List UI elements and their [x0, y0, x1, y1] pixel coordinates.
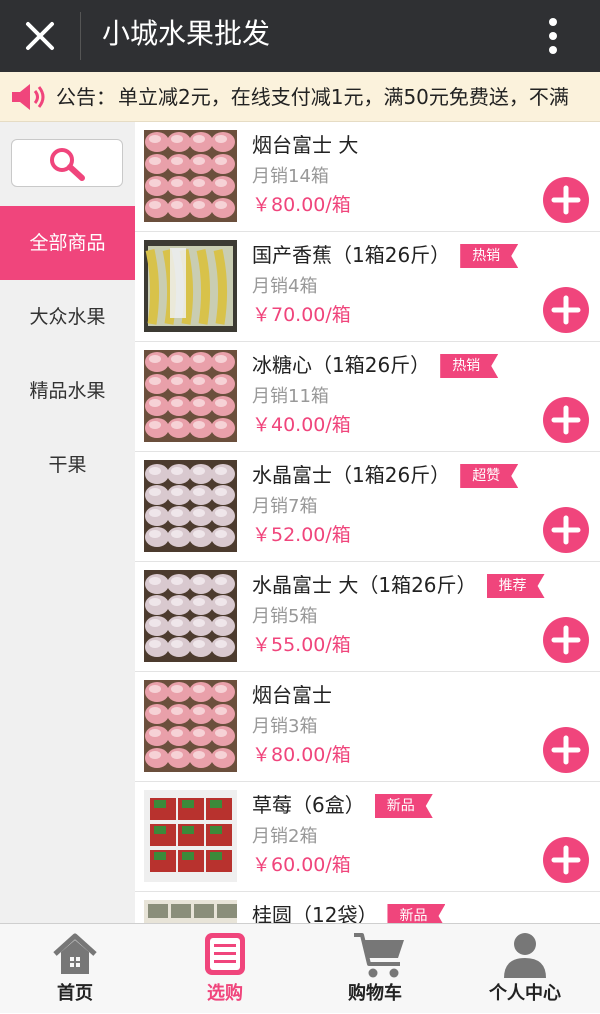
- category-dried-fruit[interactable]: 干果: [0, 428, 135, 502]
- category-popular-fruit[interactable]: 大众水果: [0, 280, 135, 354]
- product-name-row: 烟台富士 大: [252, 130, 358, 160]
- product-image[interactable]: [144, 680, 237, 772]
- home-icon: [53, 933, 97, 974]
- product-item[interactable]: 草莓（6盒） 新品月销2箱 ￥60.00/箱: [135, 782, 600, 892]
- product-image[interactable]: [144, 900, 237, 923]
- product-monthly-sales: 月销3箱: [252, 716, 318, 737]
- category-sidebar: 全部商品 大众水果 精品水果 干果: [0, 122, 135, 923]
- product-name: 烟台富士 大: [252, 133, 359, 157]
- user-icon: [504, 933, 546, 978]
- product-badge: 热销: [440, 354, 499, 378]
- product-image[interactable]: [144, 790, 237, 882]
- divider: [80, 12, 81, 60]
- product-badge: 推荐: [486, 574, 545, 598]
- product-name: 草莓（6盒）: [252, 793, 365, 817]
- add-to-cart-icon[interactable]: [543, 727, 589, 773]
- search-icon: [50, 148, 85, 181]
- product-name: 桂圆（12袋）: [252, 903, 378, 923]
- product-item[interactable]: 水晶富士 大（1箱26斤） 推荐月销5箱 ￥55.00/箱: [135, 562, 600, 672]
- product-name: 水晶富士（1箱26斤）: [252, 463, 451, 487]
- product-price: ￥80.00/箱: [252, 194, 351, 216]
- add-to-cart-icon[interactable]: [543, 617, 589, 663]
- tab-home-label: 首页: [57, 983, 93, 1004]
- product-item[interactable]: 冰糖心（1箱26斤） 热销月销11箱 ￥40.00/箱: [135, 342, 600, 452]
- product-badge: 超赞: [460, 464, 519, 488]
- product-name-row: 水晶富士 大（1箱26斤） 推荐: [252, 570, 545, 600]
- product-image[interactable]: [144, 460, 237, 552]
- speaker-icon: [12, 84, 45, 110]
- tab-cart[interactable]: 购物车: [300, 924, 450, 1014]
- announcement-bar[interactable]: 公告： 单立减2元，在线支付减1元，满50元免费送，不满: [0, 72, 600, 122]
- product-price: ￥60.00/箱: [252, 854, 351, 876]
- add-to-cart-icon[interactable]: [543, 507, 589, 553]
- add-to-cart-icon[interactable]: [543, 287, 589, 333]
- product-item[interactable]: 烟台富士月销3箱 ￥80.00/箱: [135, 672, 600, 782]
- product-name: 冰糖心（1箱26斤）: [252, 353, 431, 377]
- tab-profile-label: 个人中心: [489, 983, 561, 1004]
- top-bar: 小城水果批发: [0, 0, 600, 72]
- tab-home[interactable]: 首页: [0, 924, 150, 1014]
- shop-list-icon: [205, 933, 245, 975]
- product-monthly-sales: 月销2箱: [252, 826, 318, 847]
- product-name-row: 桂圆（12袋） 新品: [252, 900, 446, 923]
- product-monthly-sales: 月销5箱: [252, 606, 318, 627]
- bottom-tab-bar: 首页 选购 购物车 个人中心: [0, 923, 600, 1013]
- product-monthly-sales: 月销14箱: [252, 166, 329, 187]
- announcement-text: 单立减2元，在线支付减1元，满50元免费送，不满: [118, 85, 569, 109]
- add-to-cart-icon[interactable]: [543, 397, 589, 443]
- product-price: ￥70.00/箱: [252, 304, 351, 326]
- tab-shop-label: 选购: [207, 983, 243, 1004]
- product-badge: 新品: [387, 904, 446, 923]
- product-image[interactable]: [144, 570, 237, 662]
- announcement-label: 公告：: [56, 85, 116, 109]
- product-monthly-sales: 月销7箱: [252, 496, 318, 517]
- product-item[interactable]: 烟台富士 大月销14箱 ￥80.00/箱: [135, 122, 600, 232]
- product-name-row: 冰糖心（1箱26斤） 热销: [252, 350, 499, 380]
- product-price: ￥55.00/箱: [252, 634, 351, 656]
- product-image[interactable]: [144, 350, 237, 442]
- tab-shop[interactable]: 选购: [150, 924, 300, 1014]
- more-vertical-icon[interactable]: [538, 12, 568, 60]
- product-name-row: 水晶富士（1箱26斤） 超赞: [252, 460, 519, 490]
- product-name: 国产香蕉（1箱26斤）: [252, 243, 451, 267]
- product-price: ￥52.00/箱: [252, 524, 351, 546]
- add-to-cart-icon[interactable]: [543, 837, 589, 883]
- product-name: 烟台富士: [252, 683, 332, 707]
- close-icon[interactable]: [18, 14, 62, 58]
- product-list[interactable]: 烟台富士 大月销14箱 ￥80.00/箱 国产香蕉（1箱26斤） 热销 月销4箱 ￥70.…: [135, 122, 600, 923]
- product-name-row: 草莓（6盒） 新品: [252, 790, 433, 820]
- product-price: ￥80.00/箱: [252, 744, 351, 766]
- cart-icon: [354, 933, 404, 978]
- product-item[interactable]: 桂圆（12袋） 新品: [135, 892, 600, 923]
- tab-profile[interactable]: 个人中心: [450, 924, 600, 1014]
- add-to-cart-icon[interactable]: [543, 177, 589, 223]
- product-name-row: 烟台富士: [252, 680, 332, 710]
- category-all[interactable]: 全部商品: [0, 206, 135, 280]
- product-monthly-sales: 月销11箱: [252, 386, 329, 407]
- product-item[interactable]: 水晶富士（1箱26斤） 超赞月销7箱 ￥52.00/箱: [135, 452, 600, 562]
- search-button[interactable]: [11, 139, 123, 187]
- product-badge: 新品: [374, 794, 433, 818]
- product-item[interactable]: 国产香蕉（1箱26斤） 热销月销4箱 ￥70.00/箱: [135, 232, 600, 342]
- product-name-row: 国产香蕉（1箱26斤） 热销: [252, 240, 519, 270]
- product-image[interactable]: [144, 130, 237, 222]
- product-badge: 热销: [460, 244, 519, 268]
- product-monthly-sales: 月销4箱: [252, 276, 318, 297]
- product-image[interactable]: [144, 240, 237, 332]
- product-name: 水晶富士 大（1箱26斤）: [252, 573, 477, 597]
- page-title: 小城水果批发: [102, 17, 271, 50]
- product-price: ￥40.00/箱: [252, 414, 351, 436]
- category-premium-fruit[interactable]: 精品水果: [0, 354, 135, 428]
- tab-cart-label: 购物车: [348, 983, 402, 1004]
